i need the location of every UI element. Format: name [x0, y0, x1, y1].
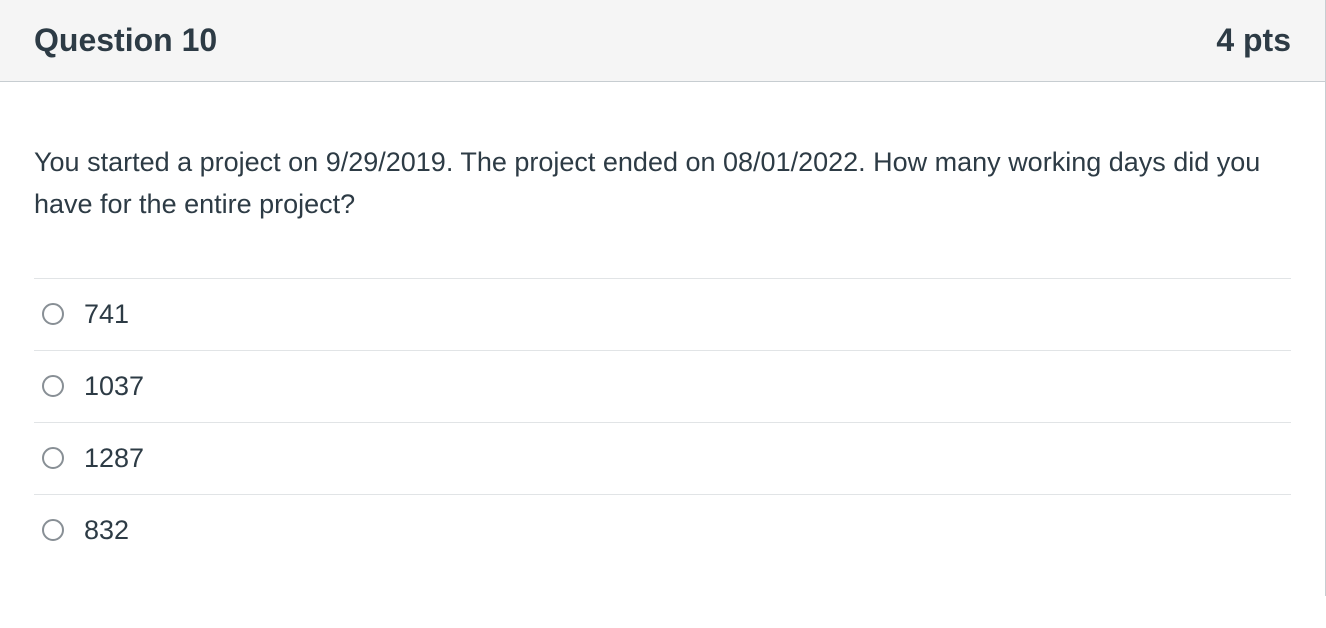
answer-list: 741 1037 1287 832: [34, 278, 1291, 566]
question-title: Question 10: [34, 22, 217, 59]
question-header: Question 10 4 pts: [0, 0, 1325, 82]
question-container: Question 10 4 pts You started a project …: [0, 0, 1326, 596]
question-body: You started a project on 9/29/2019. The …: [0, 82, 1325, 596]
radio-icon: [42, 447, 64, 469]
answer-option-0[interactable]: 741: [34, 279, 1291, 351]
radio-icon: [42, 375, 64, 397]
answer-option-1[interactable]: 1037: [34, 351, 1291, 423]
answer-label: 1037: [84, 371, 144, 402]
question-text: You started a project on 9/29/2019. The …: [34, 142, 1291, 226]
answer-label: 832: [84, 515, 129, 546]
radio-icon: [42, 303, 64, 325]
radio-icon: [42, 519, 64, 541]
question-points: 4 pts: [1216, 22, 1291, 59]
answer-label: 741: [84, 299, 129, 330]
answer-option-3[interactable]: 832: [34, 495, 1291, 566]
answer-option-2[interactable]: 1287: [34, 423, 1291, 495]
answer-label: 1287: [84, 443, 144, 474]
